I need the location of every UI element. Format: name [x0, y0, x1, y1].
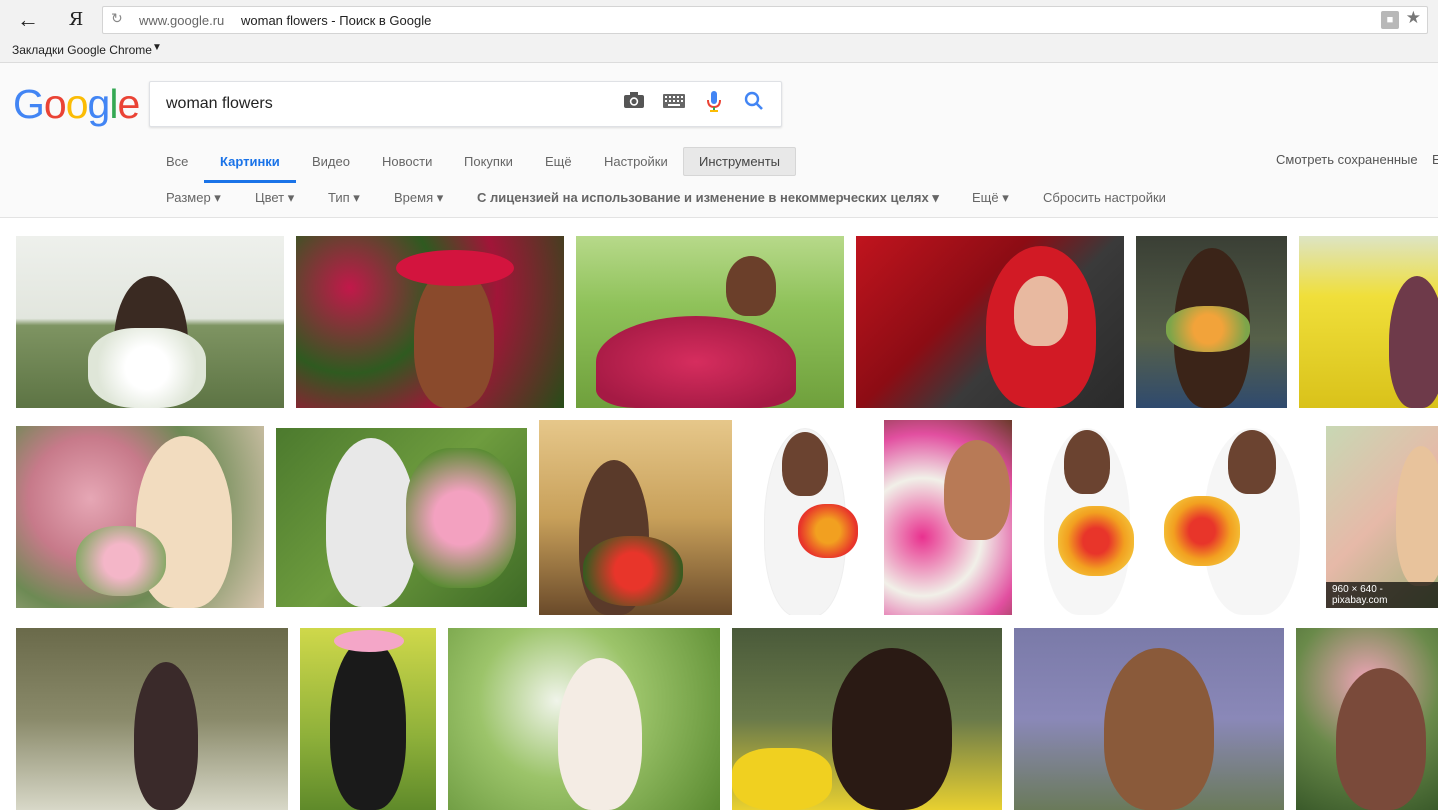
photo-flowers [1164, 496, 1240, 566]
image-result[interactable] [1160, 420, 1314, 615]
photo-figure [330, 638, 406, 810]
photo-figure-head [726, 256, 776, 316]
photo-flowers [732, 748, 832, 810]
keyboard-icon[interactable] [661, 91, 687, 117]
tab-news[interactable]: Новости [382, 143, 432, 183]
image-result[interactable] [1299, 236, 1438, 408]
tab-more[interactable]: Ещё [545, 143, 572, 183]
search-input[interactable]: woman flowers [149, 81, 782, 127]
photo-face [1064, 430, 1110, 494]
image-result[interactable] [276, 428, 527, 607]
logo-letter: G [13, 81, 45, 127]
view-saved-link[interactable]: Смотреть сохраненные [1276, 152, 1418, 167]
image-result[interactable] [744, 420, 872, 615]
filter-time[interactable]: Время ▾ [394, 187, 443, 209]
photo-flowers [406, 448, 516, 588]
photo-flowers [396, 250, 514, 286]
tools-button[interactable]: Инструменты [683, 147, 796, 176]
tab-shopping[interactable]: Покупки [464, 143, 513, 183]
search-icon[interactable] [741, 91, 767, 117]
filter-more[interactable]: Ещё ▾ [972, 187, 1009, 209]
photo-face [1228, 430, 1276, 494]
logo-letter: l [109, 81, 118, 127]
camera-icon[interactable] [621, 91, 647, 117]
image-result[interactable] [1296, 628, 1438, 810]
image-result[interactable]: 960 × 640 - pixabay.com [1326, 426, 1438, 608]
image-result[interactable] [16, 628, 288, 810]
tab-images[interactable]: Картинки [220, 143, 280, 183]
photo-figure [414, 266, 494, 408]
tab-settings[interactable]: Настройки [604, 143, 668, 183]
truncated-link[interactable]: Е [1432, 152, 1438, 167]
image-result[interactable] [576, 236, 844, 408]
active-tab-indicator [204, 180, 296, 183]
filter-color[interactable]: Цвет ▾ [255, 187, 294, 209]
bookmarks-folder[interactable]: Закладки Google Chrome [12, 43, 152, 57]
photo-figure [558, 658, 642, 810]
image-dimensions-badge: 960 × 640 - pixabay.com [1326, 582, 1438, 608]
image-result[interactable] [296, 236, 564, 408]
photo-flowers [1166, 306, 1250, 352]
photo-figure [1389, 276, 1438, 408]
tool-filters: Размер ▾ Цвет ▾ Тип ▾ Время ▾ С лицензие… [0, 187, 1438, 209]
star-icon[interactable]: ★ [1406, 8, 1421, 28]
image-result[interactable] [732, 628, 1002, 810]
google-header: Google woman flowers Все Картинки Видео … [0, 63, 1438, 218]
photo-flowers [88, 328, 206, 408]
url-title: woman flowers - Поиск в Google [241, 13, 432, 28]
image-result[interactable] [1014, 628, 1284, 810]
reload-icon[interactable]: ↻ [111, 10, 123, 27]
address-bar[interactable]: ↻ www.google.ru woman flowers - Поиск в … [102, 6, 1428, 34]
url-domain: www.google.ru [139, 13, 225, 28]
tab-all[interactable]: Все [166, 143, 188, 183]
photo-flowers [798, 504, 858, 558]
photo-figure [1104, 648, 1214, 810]
photo-figure [134, 662, 198, 810]
image-result[interactable] [884, 420, 1012, 615]
logo-letter: g [87, 81, 111, 127]
photo-figure [1336, 668, 1426, 810]
reset-filters-link[interactable]: Сбросить настройки [1043, 187, 1166, 209]
photo-figure [1396, 446, 1438, 586]
browser-toolbar: ← Я ↻ www.google.ru woman flowers - Поис… [0, 0, 1438, 40]
photo-figure [832, 648, 952, 810]
google-logo[interactable]: Google [13, 81, 140, 128]
photo-flowers [334, 630, 404, 652]
microphone-icon[interactable] [701, 91, 727, 117]
lock-icon[interactable]: ■ [1381, 11, 1399, 29]
filter-size[interactable]: Размер ▾ [166, 187, 221, 209]
image-result[interactable] [16, 426, 264, 608]
image-result[interactable] [16, 236, 284, 408]
filter-license[interactable]: С лицензией на использование и изменение… [477, 187, 939, 209]
photo-flowers [76, 526, 166, 596]
logo-letter: e [117, 81, 140, 127]
photo-figure [326, 438, 416, 607]
photo-face [1014, 276, 1068, 346]
image-result[interactable] [856, 236, 1124, 408]
logo-letter: o [43, 81, 67, 127]
image-result[interactable] [1136, 236, 1287, 408]
image-result[interactable] [1024, 420, 1152, 615]
bookmarks-bar: Закладки Google Chrome ▼ [0, 40, 1438, 63]
yandex-icon[interactable]: Я [64, 6, 88, 34]
photo-figure [596, 316, 796, 408]
image-result[interactable] [539, 420, 732, 615]
photo-face [944, 440, 1010, 540]
photo-face [782, 432, 828, 496]
back-arrow-icon[interactable]: ← [14, 6, 42, 34]
tab-video[interactable]: Видео [312, 143, 350, 183]
photo-flowers [583, 536, 683, 606]
image-result[interactable] [300, 628, 436, 810]
filter-type[interactable]: Тип ▾ [328, 187, 360, 209]
photo-flowers [1058, 506, 1134, 576]
logo-letter: o [65, 81, 89, 127]
image-result[interactable] [448, 628, 720, 810]
search-query[interactable]: woman flowers [166, 95, 273, 113]
chevron-down-icon[interactable]: ▼ [152, 42, 162, 53]
